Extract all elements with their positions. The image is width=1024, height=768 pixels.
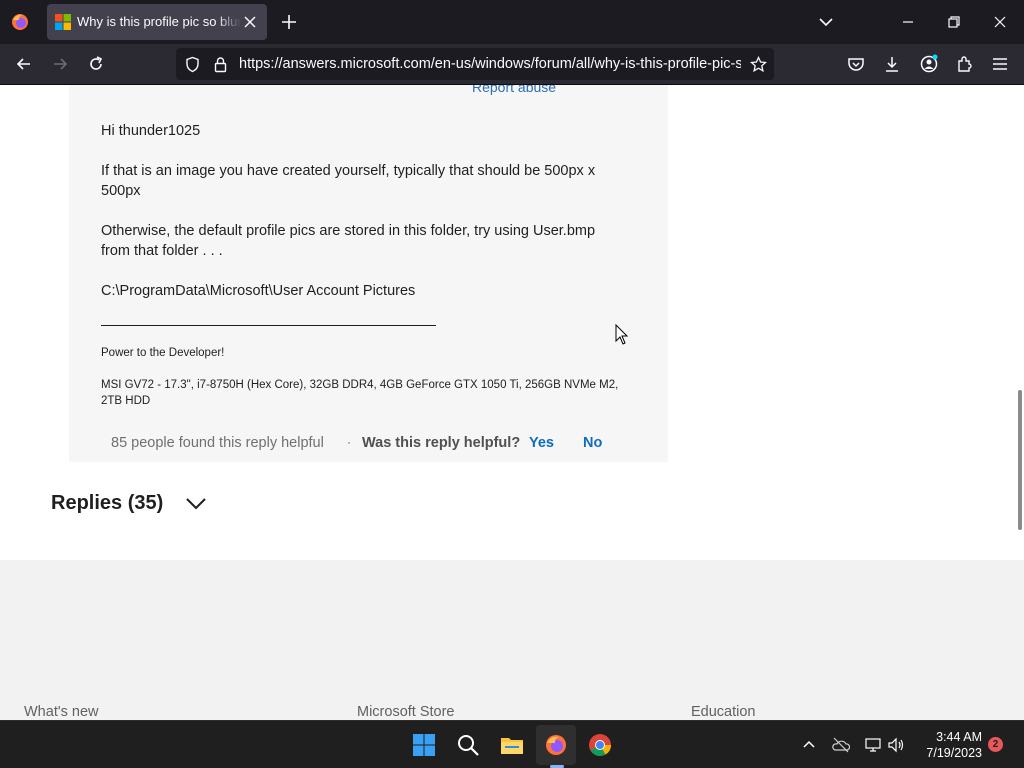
tab-title: Why is this profile pic so blurry? bbox=[77, 14, 241, 29]
mouse-cursor-icon bbox=[615, 324, 629, 345]
clock-date: 7/19/2023 bbox=[926, 746, 982, 760]
chrome-icon[interactable] bbox=[588, 733, 612, 757]
search-icon[interactable] bbox=[456, 733, 480, 757]
new-tab-icon[interactable] bbox=[280, 13, 298, 31]
volume-icon[interactable] bbox=[887, 736, 905, 754]
site-footer: What's new Microsoft Store Education bbox=[0, 560, 1024, 720]
page-scrollbar[interactable] bbox=[1018, 390, 1022, 530]
separator-dot: · bbox=[347, 435, 351, 449]
show-hidden-icons-chevron-icon[interactable] bbox=[800, 736, 818, 754]
bookmark-star-icon[interactable] bbox=[750, 56, 767, 73]
extensions-icon[interactable] bbox=[955, 54, 975, 74]
replies-heading[interactable]: Replies (35) bbox=[51, 492, 163, 515]
reload-icon[interactable] bbox=[86, 54, 106, 74]
app-menu-icon[interactable] bbox=[990, 54, 1010, 74]
file-explorer-icon[interactable] bbox=[500, 733, 524, 757]
folder-path: C:\ProgramData\Microsoft\User Account Pi… bbox=[101, 283, 416, 299]
report-abuse-link[interactable]: Report abuse bbox=[472, 85, 556, 95]
windows-taskbar: 3:44 AM 7/19/2023 2 bbox=[0, 720, 1024, 768]
reply-paragraph-2: Otherwise, the default profile pics are … bbox=[101, 223, 596, 259]
account-icon[interactable] bbox=[919, 54, 939, 74]
lock-icon[interactable] bbox=[212, 56, 229, 73]
notification-badge[interactable]: 2 bbox=[988, 737, 1003, 752]
firefox-view-icon[interactable] bbox=[10, 12, 30, 32]
firefox-taskbar-icon[interactable] bbox=[544, 733, 568, 757]
microsoft-favicon-icon bbox=[55, 14, 71, 30]
signature-line-2: MSI GV72 - 17.3", i7-8750H (Hex Core), 3… bbox=[101, 379, 619, 407]
helpful-no-button[interactable]: No bbox=[583, 435, 602, 451]
signature-line-1: Power to the Developer! bbox=[101, 347, 225, 359]
active-tab[interactable]: Why is this profile pic so blurry? bbox=[47, 4, 267, 40]
back-icon[interactable] bbox=[14, 54, 34, 74]
tracking-protection-shield-icon[interactable] bbox=[184, 56, 201, 73]
minimize-icon[interactable] bbox=[898, 12, 918, 32]
reply-greeting: Hi thunder1025 bbox=[101, 123, 201, 139]
footer-heading-whats-new: What's new bbox=[24, 704, 99, 720]
footer-heading-microsoft-store: Microsoft Store bbox=[357, 704, 455, 720]
browser-nav-bar: https://answers.microsoft.com/en-us/wind… bbox=[0, 44, 1024, 85]
forward-icon[interactable] bbox=[50, 54, 70, 74]
network-icon[interactable] bbox=[864, 736, 882, 754]
url-text[interactable]: https://answers.microsoft.com/en-us/wind… bbox=[239, 56, 741, 74]
helpful-count: 85 people found this reply helpful bbox=[111, 435, 324, 451]
screen: Why is this profile pic so blurry? bbox=[0, 0, 1024, 768]
browser-tab-bar: Why is this profile pic so blurry? bbox=[0, 0, 1024, 44]
close-tab-icon[interactable] bbox=[241, 13, 259, 31]
helpful-question: Was this reply helpful? bbox=[362, 435, 521, 451]
pocket-icon[interactable] bbox=[846, 54, 866, 74]
restore-icon[interactable] bbox=[944, 12, 964, 32]
downloads-icon[interactable] bbox=[882, 54, 902, 74]
onedrive-icon[interactable] bbox=[832, 736, 850, 754]
web-page: Report abuse Hi thunder1025 If that is a… bbox=[0, 85, 1024, 720]
windows-start-icon[interactable] bbox=[412, 733, 436, 757]
close-window-icon[interactable] bbox=[990, 12, 1010, 32]
signature-divider bbox=[101, 325, 436, 326]
system-clock[interactable]: 3:44 AM 7/19/2023 bbox=[912, 729, 982, 761]
helpful-yes-button[interactable]: Yes bbox=[529, 435, 554, 451]
clock-time: 3:44 AM bbox=[936, 730, 982, 744]
reply-paragraph-1: If that is an image you have created you… bbox=[101, 163, 596, 199]
expand-replies-chevron-icon[interactable] bbox=[185, 495, 207, 511]
footer-heading-education: Education bbox=[691, 704, 756, 720]
list-all-tabs-icon[interactable] bbox=[817, 13, 835, 31]
address-bar[interactable]: https://answers.microsoft.com/en-us/wind… bbox=[176, 48, 774, 80]
